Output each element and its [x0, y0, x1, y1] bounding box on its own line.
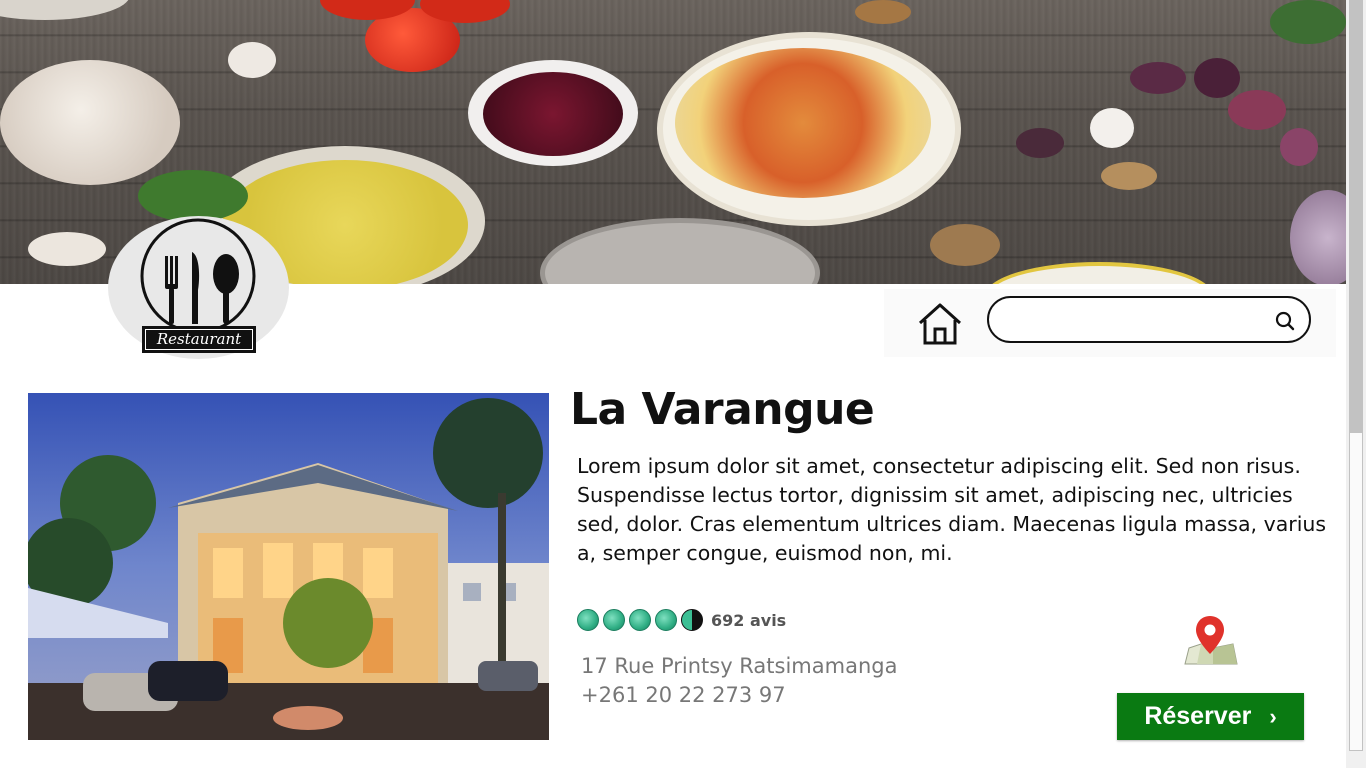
rating-bubble-icon [603, 609, 625, 631]
rating-bubble-icon [655, 609, 677, 631]
rating: 692 avis [577, 608, 786, 632]
reserve-button[interactable]: Réserver › [1117, 693, 1304, 740]
restaurant-photo [28, 393, 549, 740]
rating-bubble-icon [629, 609, 651, 631]
restaurant-description: Lorem ipsum dolor sit amet, consectetur … [577, 454, 1327, 565]
search-icon[interactable] [1275, 311, 1295, 331]
search-input[interactable] [1005, 306, 1264, 336]
header-toolbar [884, 289, 1336, 357]
contact-info: 17 Rue Printsy Ratsimamanga +261 20 22 2… [581, 652, 897, 710]
chevron-right-icon: › [1269, 703, 1277, 729]
home-icon [918, 303, 962, 345]
scrollbar-thumb[interactable] [1349, 0, 1363, 433]
map-pin-icon [1184, 616, 1238, 665]
search-box [987, 296, 1311, 343]
phone-number[interactable]: +261 20 22 273 97 [581, 681, 897, 710]
rating-bubble-icon [577, 609, 599, 631]
map-button[interactable] [1183, 614, 1239, 668]
page-scrollbar[interactable] [1346, 0, 1366, 768]
reserve-button-label: Réserver [1144, 702, 1252, 730]
restaurant-logo[interactable]: Restaurant [108, 216, 289, 359]
address: 17 Rue Printsy Ratsimamanga [581, 654, 898, 678]
rating-half-bubble-icon [681, 609, 703, 631]
logo-text: Restaurant [142, 326, 256, 353]
home-button[interactable] [916, 299, 964, 347]
reviews-count[interactable]: 692 avis [711, 611, 786, 630]
scrollbar-track[interactable] [1349, 433, 1363, 751]
restaurant-name: La Varangue [570, 384, 875, 435]
